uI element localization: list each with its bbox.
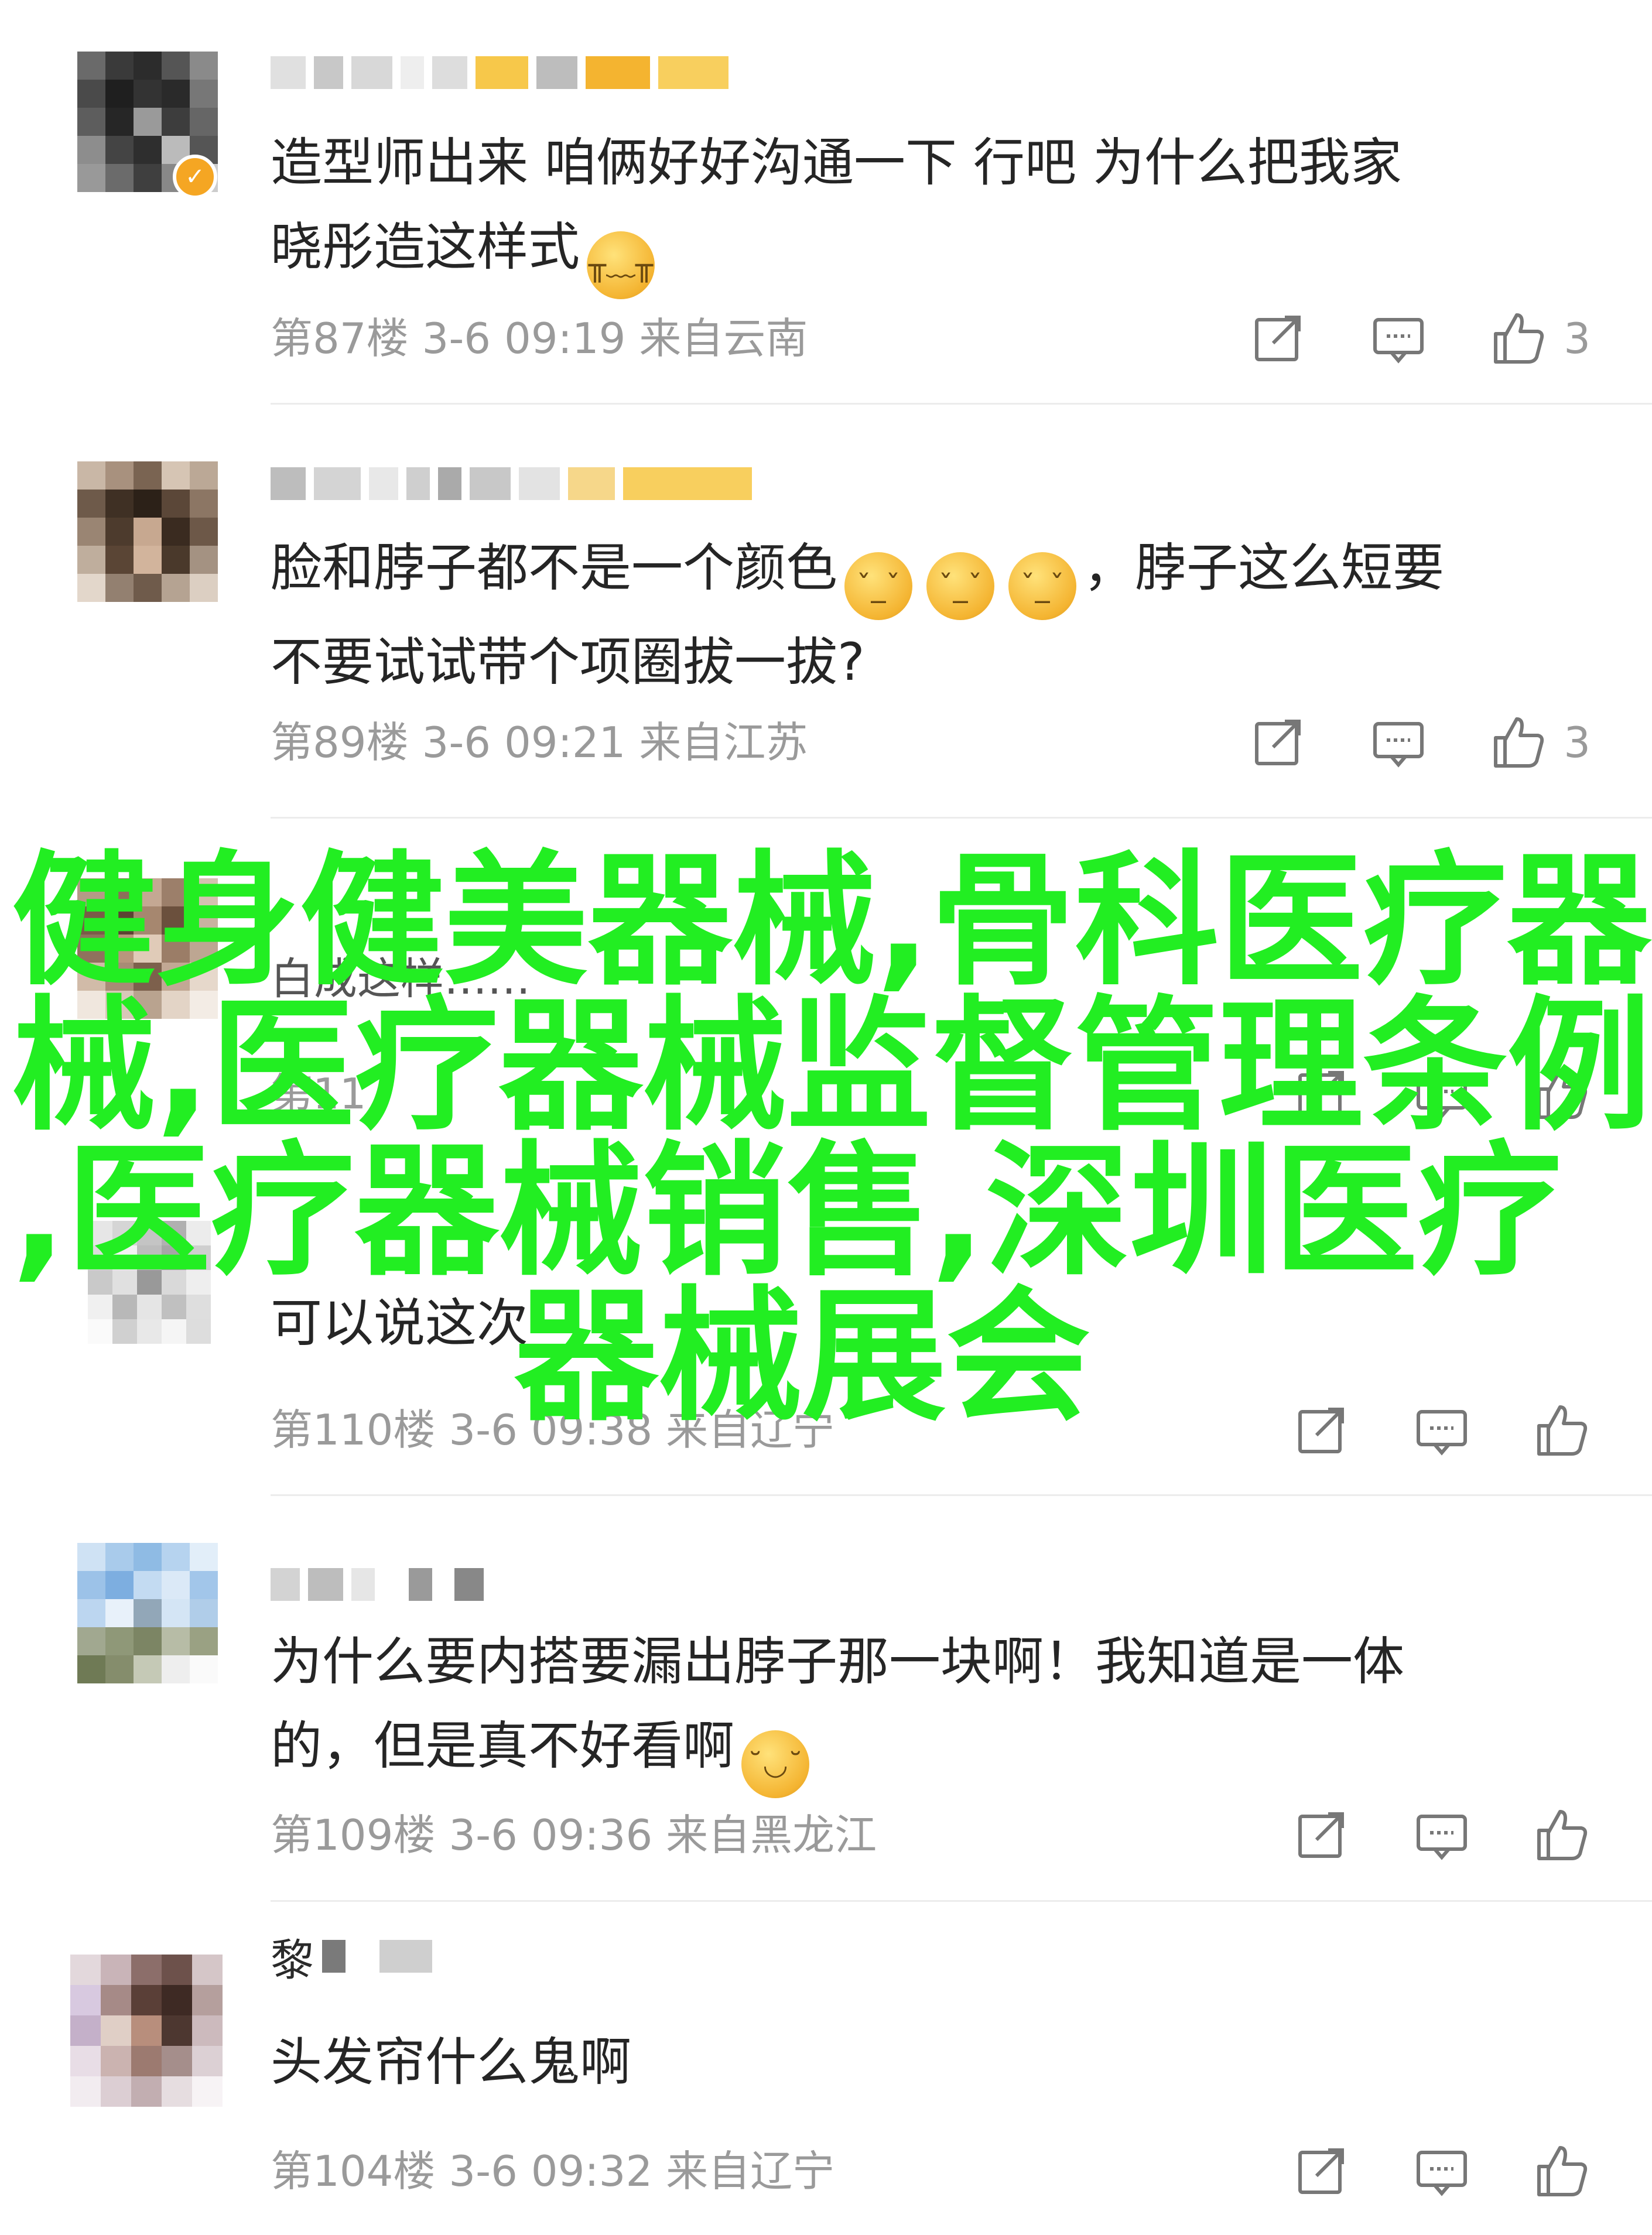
comment-meta: 第109楼 3-6 09:36 来自黑龙江 — [271, 1810, 877, 1860]
thumbs-up-icon — [1537, 2146, 1588, 2196]
thumbs-up-icon — [1494, 717, 1544, 768]
overlay-line: 器械展会 — [514, 1274, 1090, 1441]
like-button[interactable]: 3 — [1491, 310, 1591, 367]
comment-line: 造型师出来 咱俩好好沟通一下 行吧 为什么把我家 — [271, 132, 1402, 193]
share-icon — [1255, 720, 1301, 765]
comment-text: 为什么要内搭要漏出脖子那一块啊！我知道是一体 的，但是真不好看啊 ˘◡˘ — [271, 1620, 1600, 1798]
divider — [271, 1494, 1652, 1496]
overlay-title: 健身健美器械,骨科医疗器 械,医疗器械监督管理条例 ,医疗器械销售,深圳医疗 器… — [12, 838, 1651, 1441]
comment-actions: 3 — [1185, 710, 1591, 775]
comment-meta: 第104楼 3-6 09:32 来自辽宁 — [271, 2147, 835, 2196]
comment-actions — [1229, 2139, 1591, 2203]
reply-button[interactable] — [1370, 310, 1427, 367]
comment-icon — [1417, 1815, 1467, 1860]
username-blurred[interactable] — [271, 1563, 484, 1606]
comment-line: 头发帘什么鬼啊 — [271, 2032, 632, 2092]
crying-emoji-icon: ╥﹏╥ — [587, 231, 655, 299]
thumbs-up-icon — [1537, 1810, 1588, 1860]
like-button[interactable] — [1534, 2143, 1591, 2199]
overlay-line: ,医疗器械销售,深圳医疗 — [12, 1128, 1562, 1296]
share-button[interactable] — [1293, 1807, 1349, 1863]
verified-icon: ✓ — [173, 155, 217, 199]
comment-icon — [1417, 2151, 1467, 2196]
avatar[interactable] — [77, 461, 218, 602]
divider — [271, 817, 1652, 819]
username-blurred[interactable] — [271, 463, 752, 505]
overlay-line: 健身健美器械,骨科医疗器 — [12, 838, 1651, 1005]
like-button[interactable] — [1534, 1807, 1591, 1863]
share-icon — [1255, 316, 1301, 361]
dizzy-grin-emoji-icon: ˘◡˘ — [741, 1730, 810, 1798]
cold-sweat-emoji-icon: ˇ_ˇ — [1008, 552, 1077, 620]
comment-line: 不要试试带个项圈拔一拔? — [271, 632, 865, 692]
share-button[interactable] — [1293, 2143, 1349, 2199]
comment-line: 晓彤造这样式 ╥﹏╥ — [271, 205, 1600, 299]
comment-line: 为什么要内搭要漏出脖子那一块啊！我知道是一体 — [271, 1631, 1405, 1692]
avatar[interactable] — [77, 1543, 218, 1683]
like-count: 3 — [1564, 314, 1591, 363]
username-char: 黎 — [271, 1935, 314, 1986]
reply-button[interactable] — [1370, 714, 1427, 771]
comment-meta: 第89楼 3-6 09:21 来自江苏 — [271, 718, 808, 767]
like-button[interactable]: 3 — [1491, 714, 1591, 771]
share-icon — [1298, 1812, 1344, 1858]
comment-text: 脸和脖子都不是一个颜色 ˇ_ˇ ˇ_ˇ ˇ_ˇ ，脖子这么短要 不要试试带个项圈拔一拔? — [271, 526, 1600, 704]
overlay-line: 械,医疗器械监督管理条例 — [12, 983, 1651, 1151]
cold-sweat-emoji-icon: ˇ_ˇ — [926, 552, 995, 620]
comment-icon — [1373, 318, 1424, 364]
divider — [271, 403, 1652, 405]
avatar[interactable] — [70, 1955, 223, 2107]
comment-icon — [1373, 722, 1424, 768]
divider — [271, 1900, 1652, 1902]
comment-actions: 3 — [1185, 306, 1591, 371]
cold-sweat-emoji-icon: ˇ_ˇ — [844, 552, 913, 620]
comment-meta: 第87楼 3-6 09:19 来自云南 — [271, 314, 808, 363]
comment-line: 的，但是真不好看啊 ˘◡˘ — [271, 1704, 1600, 1798]
reply-button[interactable] — [1414, 1807, 1470, 1863]
like-count: 3 — [1564, 718, 1591, 767]
comment-text: 头发帘什么鬼啊 — [271, 2020, 1600, 2104]
username-blurred[interactable] — [271, 52, 728, 94]
thumbs-up-icon — [1494, 313, 1544, 364]
reply-button[interactable] — [1414, 2143, 1470, 2199]
comment-line: 脸和脖子都不是一个颜色 ˇ_ˇ ˇ_ˇ ˇ_ˇ ，脖子这么短要 — [271, 526, 1600, 620]
username-blurred[interactable]: 黎 — [271, 1935, 432, 1986]
share-button[interactable] — [1250, 714, 1306, 771]
share-icon — [1298, 2148, 1344, 2194]
comment-text: 造型师出来 咱俩好好沟通一下 行吧 为什么把我家 晓彤造这样式 ╥﹏╥ — [271, 121, 1600, 299]
comment-actions — [1229, 1803, 1591, 1867]
share-button[interactable] — [1250, 310, 1306, 367]
